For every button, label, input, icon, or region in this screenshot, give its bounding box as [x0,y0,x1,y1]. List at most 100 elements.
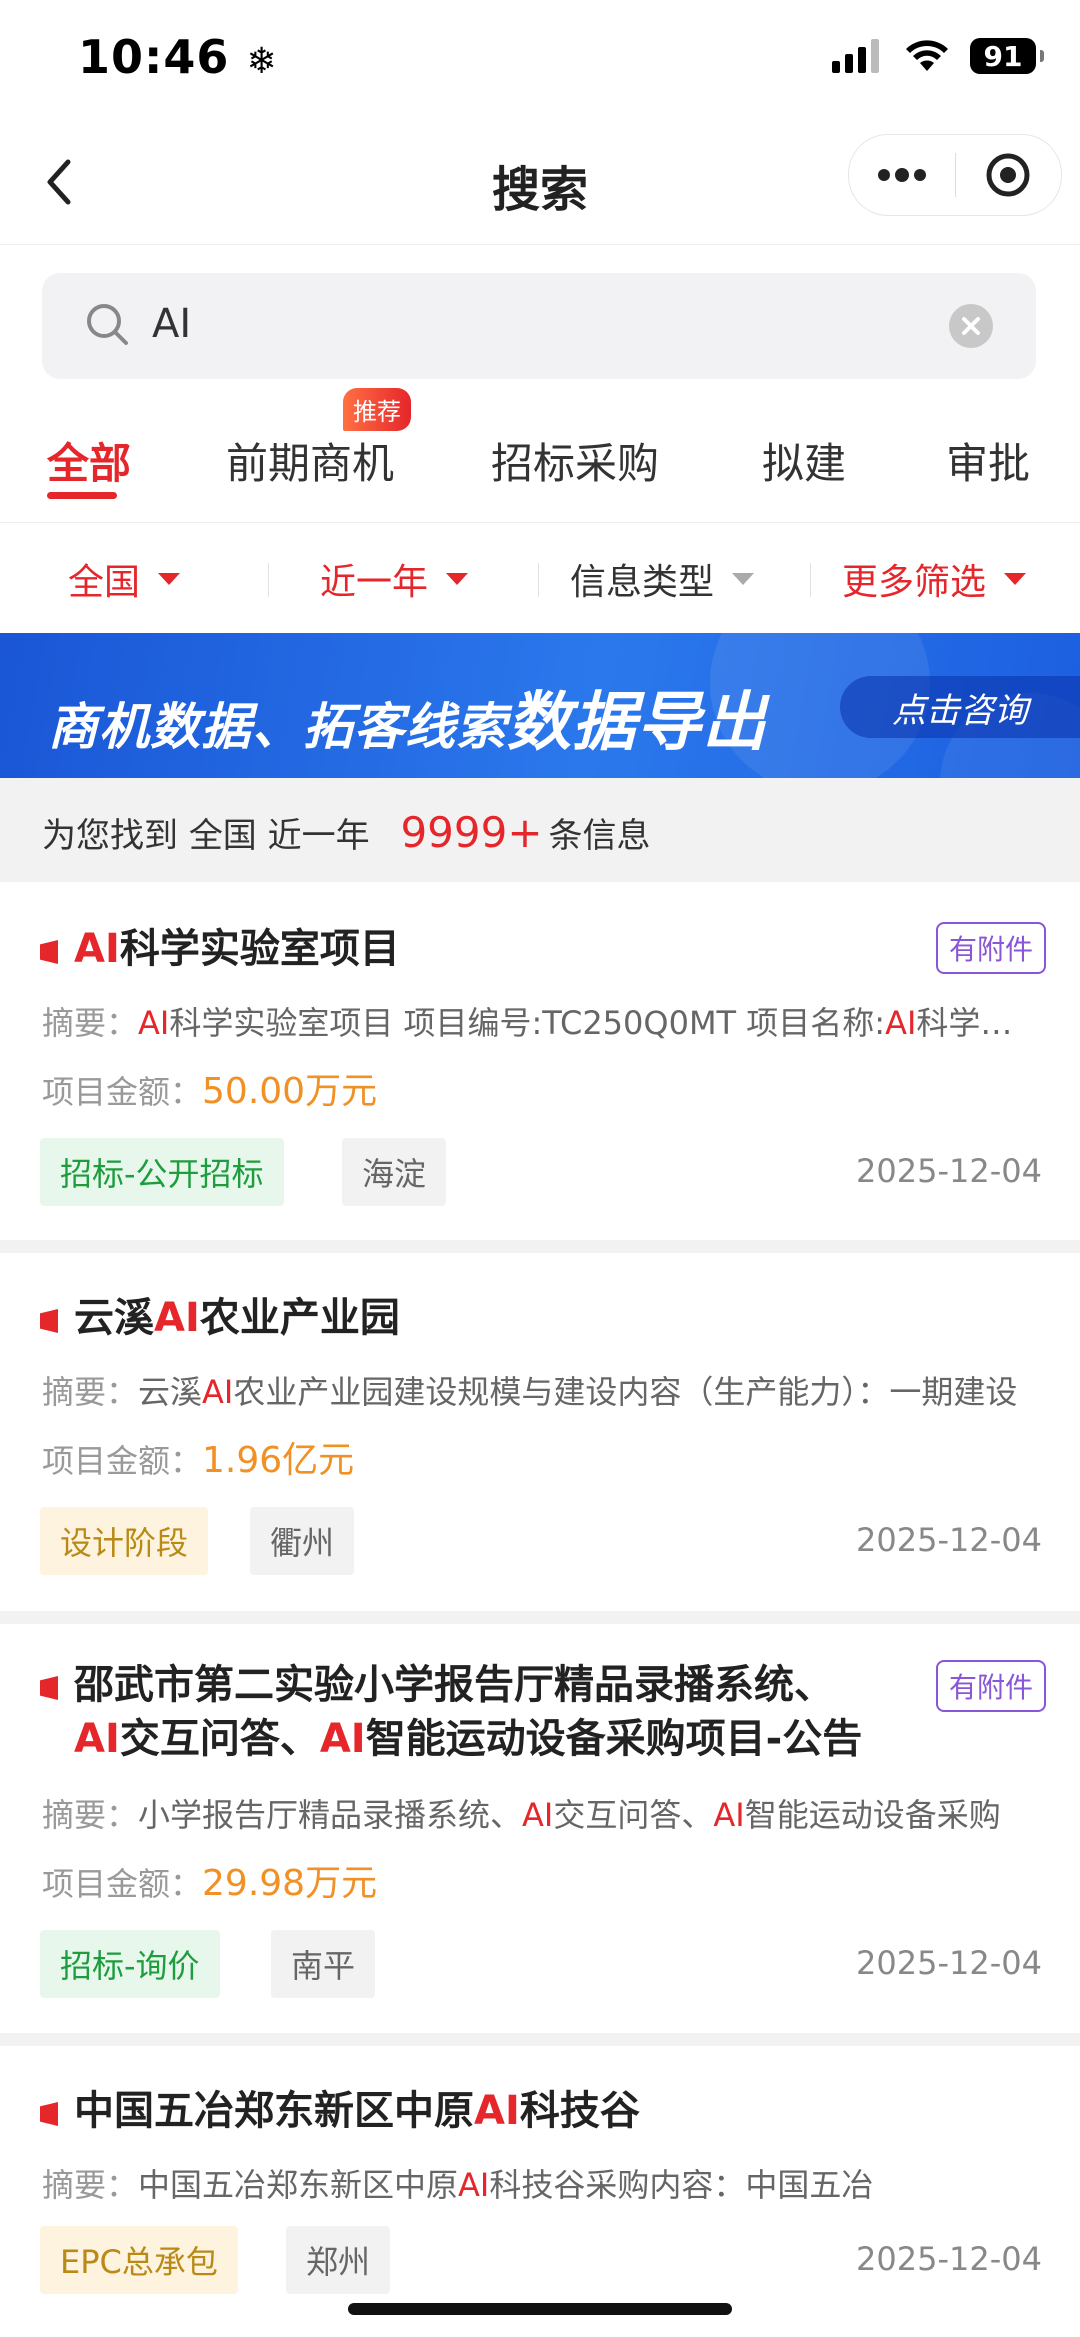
search-value[interactable]: AI [152,301,191,347]
tab-all[interactable]: 全部 [47,430,131,491]
keyword-highlight: AI [713,1796,745,1834]
attachment-badge: 有附件 [936,1660,1046,1712]
summary-content: 云溪AI农业产业园建设规模与建设内容（生产能力）：一期建设 [138,1373,1017,1411]
amount-value: 1.96亿元 [202,1440,355,1481]
result-summary-text: 摘要：云溪AI农业产业园建设规模与建设内容（生产能力）：一期建设 [42,1367,1032,1413]
battery-icon: 91 [970,38,1044,74]
result-card[interactable]: 中国五冶郑东新区中原AI科技谷 摘要：中国五冶郑东新区中原AI科技谷采购内容：中… [0,2046,1080,2337]
filter-divider [810,563,811,597]
keyword-highlight: AI [319,1716,366,1762]
summary-label: 摘要： [42,2166,139,2204]
tab-proposed[interactable]: 拟建 [762,430,846,491]
amount-label: 项目金额： [42,1073,203,1111]
battery-level: 91 [983,39,1023,73]
filter-info-type-label: 信息类型 [570,562,715,603]
recommend-badge: 推荐 [343,388,411,431]
filter-more-label: 更多筛选 [842,562,987,603]
result-amount: 项目金额：29.98万元 [42,1854,377,1906]
nav-bar: 搜索 [0,120,1080,245]
caret-down-icon [158,573,181,585]
keyword-highlight: AI [522,1796,554,1834]
filter-info-type[interactable]: 信息类型 [570,553,755,605]
more-dots-icon [877,168,926,182]
text-segment: 农业产业园建设规模与建设内容（生产能力）：一期建设 [233,1373,1018,1411]
result-card[interactable]: 邵武市第二实验小学报告厅精品录播系统、 AI交互问答、AI智能运动设备采购项目-公… [0,1624,1080,2033]
status-time: 10:46 ❄ [78,30,278,84]
text-segment: 科技谷 [519,2088,640,2134]
region-tag: 海淀 [342,1138,447,1206]
filter-divider [538,563,539,597]
tab-approval[interactable]: 审批 [946,430,1030,491]
summary-region: 全国 [188,816,257,856]
consult-button[interactable]: 点击咨询 [840,676,1080,738]
text-segment: 智能运动设备采购项目-公告 [365,1716,863,1762]
tab-early-opportunity[interactable]: 前期商机 [226,430,394,491]
summary-content: AI科学实验室项目 项目编号:TC250Q0MT 项目名称:AI科学实验室项目 [138,1004,1032,1042]
text-segment: 科学实验室项目 [916,1004,1032,1042]
filter-more[interactable]: 更多筛选 [842,553,1027,605]
filter-period[interactable]: 近一年 [320,553,469,605]
filter-region[interactable]: 全国 [68,553,181,605]
result-title[interactable]: 中国五冶郑东新区中原AI科技谷 [74,2084,640,2138]
caret-down-icon [446,573,469,585]
result-count: 9999+ [400,808,543,857]
status-bar: 10:46 ❄ 91 [0,0,1080,120]
amount-label: 项目金额： [42,1442,203,1480]
result-title[interactable]: 云溪AI农业产业园 [74,1291,400,1345]
category-tabs: 全部 前期商机 推荐 招标采购 拟建 审批 [0,388,1080,523]
flag-icon [40,940,58,964]
text-segment: 智能运动设备采购 [744,1796,1001,1834]
amount-value: 29.98万元 [202,1863,378,1904]
amount-label: 项目金额： [42,1865,203,1903]
wifi-icon [906,40,948,71]
result-summary-text: 摘要：中国五冶郑东新区中原AI科技谷采购内容：中国五冶 [42,2160,1032,2206]
signal-icon [832,39,879,73]
keyword-highlight: AI [154,1295,200,1341]
text-segment: 中国五冶郑东新区中原 [74,2088,474,2134]
more-button[interactable] [849,135,955,215]
tab-active-indicator [47,492,117,499]
region-tag: 南平 [271,1930,376,1998]
promo-banner[interactable]: 商机数据、拓客线索数据导出 点击咨询 [0,633,1080,778]
text-segment: 交互问答、 [119,1716,320,1762]
publish-date: 2025-12-04 [856,2240,1042,2278]
caret-down-icon [1004,573,1027,585]
tab-bidding-procurement[interactable]: 招标采购 [491,430,659,491]
summary-label: 摘要： [42,1373,139,1411]
status-icons: 91 [832,38,1044,74]
stage-tag: EPC总承包 [40,2226,238,2294]
flag-icon [40,2102,58,2126]
keyword-highlight: AI [138,1004,170,1042]
publish-date: 2025-12-04 [856,1521,1042,1559]
result-card[interactable]: AI科学实验室项目 有附件 摘要：AI科学实验室项目 项目编号:TC250Q0M… [0,882,1080,1240]
filter-bar: 全国 近一年 信息类型 更多筛选 [0,523,1080,633]
result-title[interactable]: AI科学实验室项目 [74,922,400,976]
keyword-highlight: AI [74,926,120,972]
summary-suffix: 条信息 [548,816,651,856]
result-title[interactable]: 邵武市第二实验小学报告厅精品录播系统、 AI交互问答、AI智能运动设备采购项目-公… [74,1658,862,1766]
region-tag: 郑州 [286,2226,391,2294]
summary-period: 近一年 [267,816,370,856]
text-segment: 邵武市第二实验小学报告厅精品录播系统、 [74,1662,834,1708]
close-program-button[interactable] [956,135,1062,215]
summary-content: 小学报告厅精品录播系统、AI交互问答、AI智能运动设备采购 [138,1796,1001,1834]
summary-text: 为您找到 全国 近一年 9999+ 条信息 [42,808,651,857]
text-segment: 科学实验室项目 [119,926,400,972]
text-segment: 小学报告厅精品录播系统、 [138,1796,523,1834]
summary-content: 中国五冶郑东新区中原AI科技谷采购内容：中国五冶 [138,2166,873,2204]
text-segment: 农业产业园 [199,1295,400,1341]
text-segment: 科学实验室项目 项目编号:TC250Q0MT 项目名称: [169,1004,886,1042]
summary-label: 摘要： [42,1004,139,1042]
banner-headline: 商机数据、拓客线索数据导出 [48,671,767,763]
status-time-text: 10:46 [78,30,230,84]
summary-prefix: 为您找到 [42,816,178,856]
keyword-highlight: AI [202,1373,234,1411]
caret-down-icon [732,573,755,585]
keyword-highlight: AI [885,1004,917,1042]
result-card[interactable]: 云溪AI农业产业园 摘要：云溪AI农业产业园建设规模与建设内容（生产能力）：一期… [0,1253,1080,1611]
result-amount: 项目金额：50.00万元 [42,1062,377,1114]
search-input[interactable]: AI [42,273,1036,379]
clear-icon[interactable] [948,303,994,349]
text-segment: 科技谷采购内容：中国五冶 [489,2166,874,2204]
home-indicator[interactable] [348,2303,732,2315]
